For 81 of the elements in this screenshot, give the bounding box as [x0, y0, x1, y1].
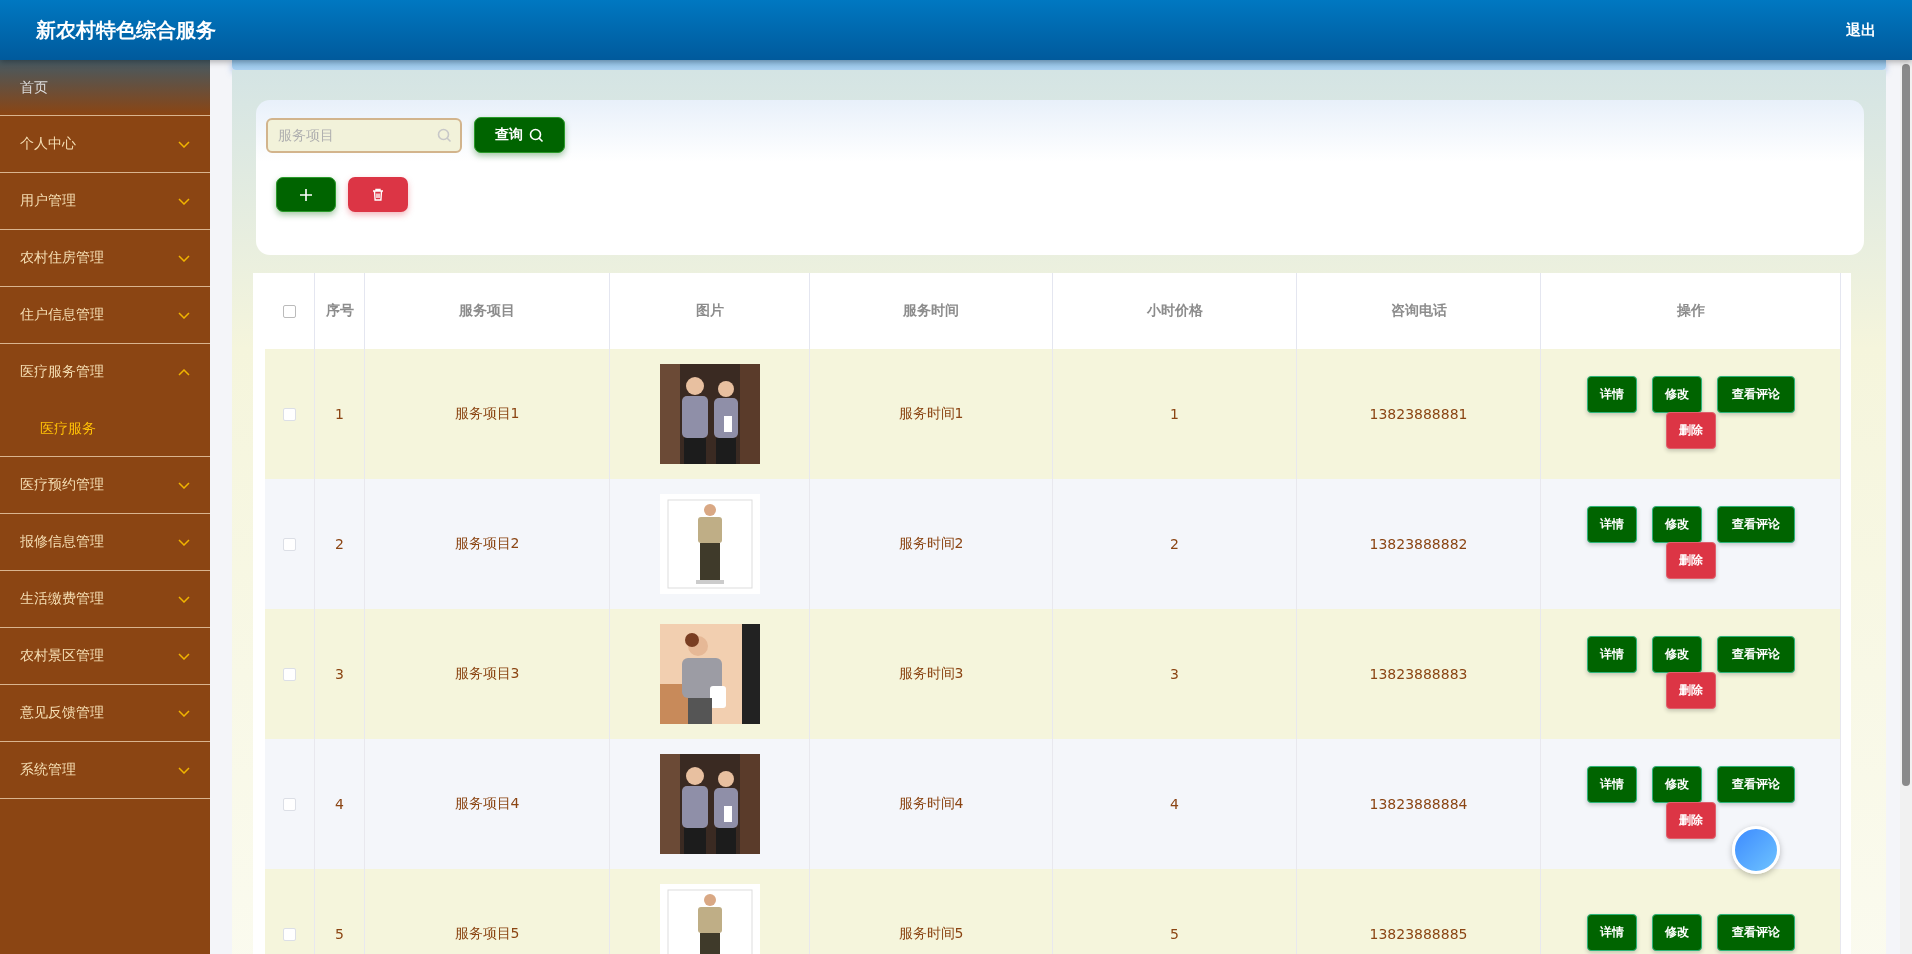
- table-cell: 13823888885: [1369, 926, 1468, 942]
- delete-row-button[interactable]: 删除: [1665, 541, 1716, 579]
- table-cell: 服务项目4: [454, 795, 520, 813]
- table-cell: 服务时间2: [898, 535, 964, 553]
- table-cell: 服务项目3: [454, 665, 520, 683]
- search-icon: [529, 127, 544, 143]
- column-header: 图片: [695, 302, 724, 320]
- app-title: 新农村特色综合服务: [36, 16, 216, 44]
- table-cell: 2: [1170, 536, 1179, 552]
- row-action-button[interactable]: 查看评论: [1716, 913, 1795, 951]
- column-header: 序号: [325, 302, 354, 320]
- table-cell: 13823888883: [1369, 666, 1468, 682]
- table-cell: 服务项目2: [454, 535, 520, 553]
- row-action-button[interactable]: 详情: [1586, 913, 1637, 951]
- sidebar-subitem[interactable]: 医疗服务: [0, 400, 210, 456]
- row-checkbox[interactable]: [283, 407, 296, 421]
- table-cell: 4: [335, 796, 344, 812]
- trash-icon: [372, 188, 384, 201]
- search-icon: [437, 127, 452, 143]
- row-action-button[interactable]: 详情: [1586, 635, 1637, 673]
- row-checkbox[interactable]: [283, 927, 296, 941]
- table-cell: 服务项目5: [454, 925, 520, 943]
- delete-button[interactable]: [348, 177, 408, 212]
- add-button[interactable]: [276, 177, 336, 212]
- sidebar-item[interactable]: 个人中心: [0, 116, 210, 172]
- sidebar-item[interactable]: 意见反馈管理: [0, 685, 210, 741]
- row-action-button[interactable]: 详情: [1586, 375, 1637, 413]
- table-cell: 5: [335, 926, 344, 942]
- sidebar-item[interactable]: 用户管理: [0, 173, 210, 229]
- column-header: 咨询电话: [1390, 302, 1447, 320]
- table-cell: 1: [1170, 406, 1179, 422]
- table-cell: 服务时间1: [898, 405, 964, 423]
- table-cell: 13823888882: [1369, 536, 1468, 552]
- row-checkbox[interactable]: [283, 667, 296, 681]
- sidebar-item[interactable]: 系统管理: [0, 742, 210, 798]
- row-action-button[interactable]: 修改: [1651, 375, 1702, 413]
- table-cell: 13823888881: [1369, 406, 1468, 422]
- table-cell: 13823888884: [1369, 796, 1468, 812]
- table-cell: 5: [1170, 926, 1179, 942]
- row-action-button[interactable]: 修改: [1651, 635, 1702, 673]
- sidebar-item[interactable]: 农村景区管理: [0, 628, 210, 684]
- table-cell: 服务时间4: [898, 795, 964, 813]
- plus-icon: [299, 187, 313, 202]
- row-checkbox[interactable]: [283, 537, 296, 551]
- row-action-button[interactable]: 详情: [1586, 505, 1637, 543]
- table-cell: 3: [1170, 666, 1179, 682]
- row-action-button[interactable]: 查看评论: [1716, 505, 1795, 543]
- row-action-button[interactable]: 详情: [1586, 765, 1637, 803]
- search-button[interactable]: 查询: [474, 117, 565, 153]
- table-cell: 4: [1170, 796, 1179, 812]
- sidebar-item[interactable]: 报修信息管理: [0, 514, 210, 570]
- table-cell: 服务项目1: [454, 405, 520, 423]
- sidebar-item[interactable]: 医疗预约管理: [0, 457, 210, 513]
- table-cell: 2: [335, 536, 344, 552]
- column-header: 操作: [1676, 302, 1705, 320]
- sidebar-item[interactable]: 医疗服务管理: [0, 344, 210, 400]
- scrollbar-thumb[interactable]: [1902, 64, 1910, 786]
- select-all-checkbox[interactable]: [283, 304, 296, 318]
- row-action-button[interactable]: 修改: [1651, 765, 1702, 803]
- row-action-button[interactable]: 查看评论: [1716, 375, 1795, 413]
- logout-link[interactable]: 退出: [1846, 20, 1876, 40]
- sidebar-item[interactable]: 生活缴费管理: [0, 571, 210, 627]
- delete-row-button[interactable]: 删除: [1665, 411, 1716, 449]
- table-cell: 服务时间5: [898, 925, 964, 943]
- row-action-button[interactable]: 修改: [1651, 505, 1702, 543]
- row-action-button[interactable]: 查看评论: [1716, 765, 1795, 803]
- sidebar-item[interactable]: 住户信息管理: [0, 287, 210, 343]
- column-header: 服务时间: [903, 302, 959, 320]
- row-action-button[interactable]: 修改: [1651, 913, 1702, 951]
- row-checkbox[interactable]: [283, 797, 296, 811]
- table-cell: 服务时间3: [898, 665, 964, 683]
- sidebar-item[interactable]: 首页: [0, 60, 210, 116]
- row-action-button[interactable]: 查看评论: [1716, 635, 1795, 673]
- sidebar-item[interactable]: 农村住房管理: [0, 230, 210, 286]
- search-field[interactable]: 服务项目: [266, 117, 462, 153]
- delete-row-button[interactable]: 删除: [1665, 801, 1716, 839]
- column-header: 小时价格: [1146, 302, 1203, 320]
- delete-row-button[interactable]: 删除: [1665, 671, 1716, 709]
- column-header: 服务项目: [459, 302, 515, 320]
- table-cell: 1: [335, 406, 344, 422]
- table-cell: 3: [335, 666, 344, 682]
